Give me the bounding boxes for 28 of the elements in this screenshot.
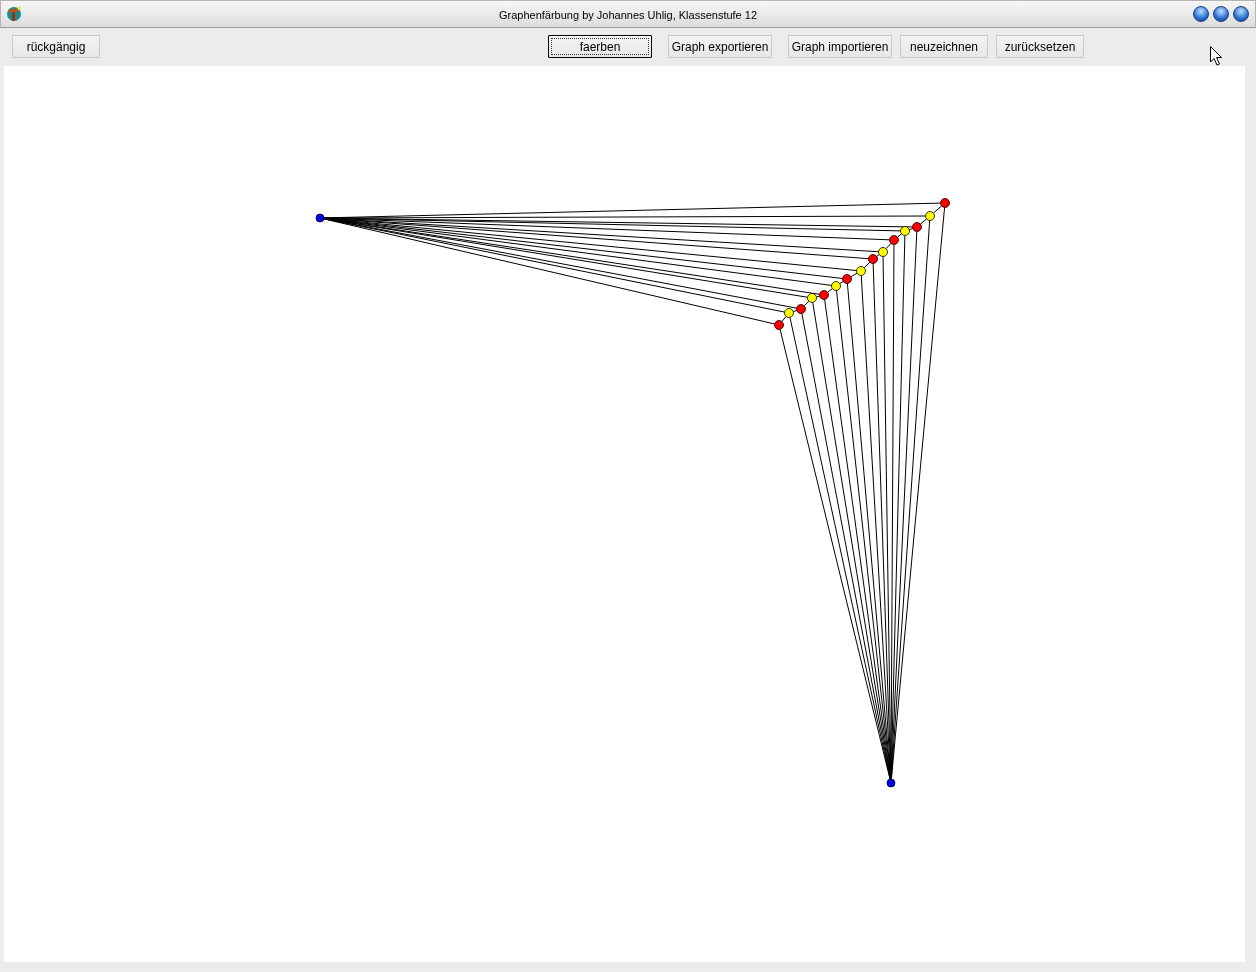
graph-vertex[interactable]	[940, 198, 950, 208]
window-title: Graphenfärbung by Johannes Uhlig, Klassenstufe 12	[498, 9, 758, 21]
minimize-button[interactable]	[1193, 6, 1209, 22]
toolbar-button[interactable]: Graph exportieren	[668, 35, 772, 58]
graph-vertex[interactable]	[774, 320, 784, 330]
toolbar-button[interactable]: zurücksetzen	[996, 35, 1084, 58]
graph-vertex[interactable]	[842, 274, 852, 284]
graph-vertex[interactable]	[831, 281, 841, 291]
graph-vertex[interactable]	[796, 304, 806, 314]
graph-vertex[interactable]	[856, 266, 866, 276]
graph-vertex[interactable]	[315, 213, 325, 223]
graph-vertex[interactable]	[900, 226, 910, 236]
toolbar-button[interactable]: neuzeichnen	[900, 35, 988, 58]
app-icon	[5, 5, 23, 23]
toolbar-button[interactable]: Graph importieren	[788, 35, 892, 58]
graph-vertex[interactable]	[925, 211, 935, 221]
graph-vertex[interactable]	[912, 222, 922, 232]
maximize-button[interactable]	[1213, 6, 1229, 22]
toolbar-button[interactable]: faerben	[548, 35, 652, 58]
graph-vertex[interactable]	[819, 290, 829, 300]
toolbar-button[interactable]: rückgängig	[12, 35, 100, 58]
graph-vertex[interactable]	[868, 254, 878, 264]
graph-vertex[interactable]	[784, 308, 794, 318]
graph-vertex[interactable]	[878, 247, 888, 257]
graph-vertex[interactable]	[889, 235, 899, 245]
graph-vertex[interactable]	[886, 778, 896, 788]
close-button[interactable]	[1233, 6, 1249, 22]
graph-vertex[interactable]	[807, 293, 817, 303]
